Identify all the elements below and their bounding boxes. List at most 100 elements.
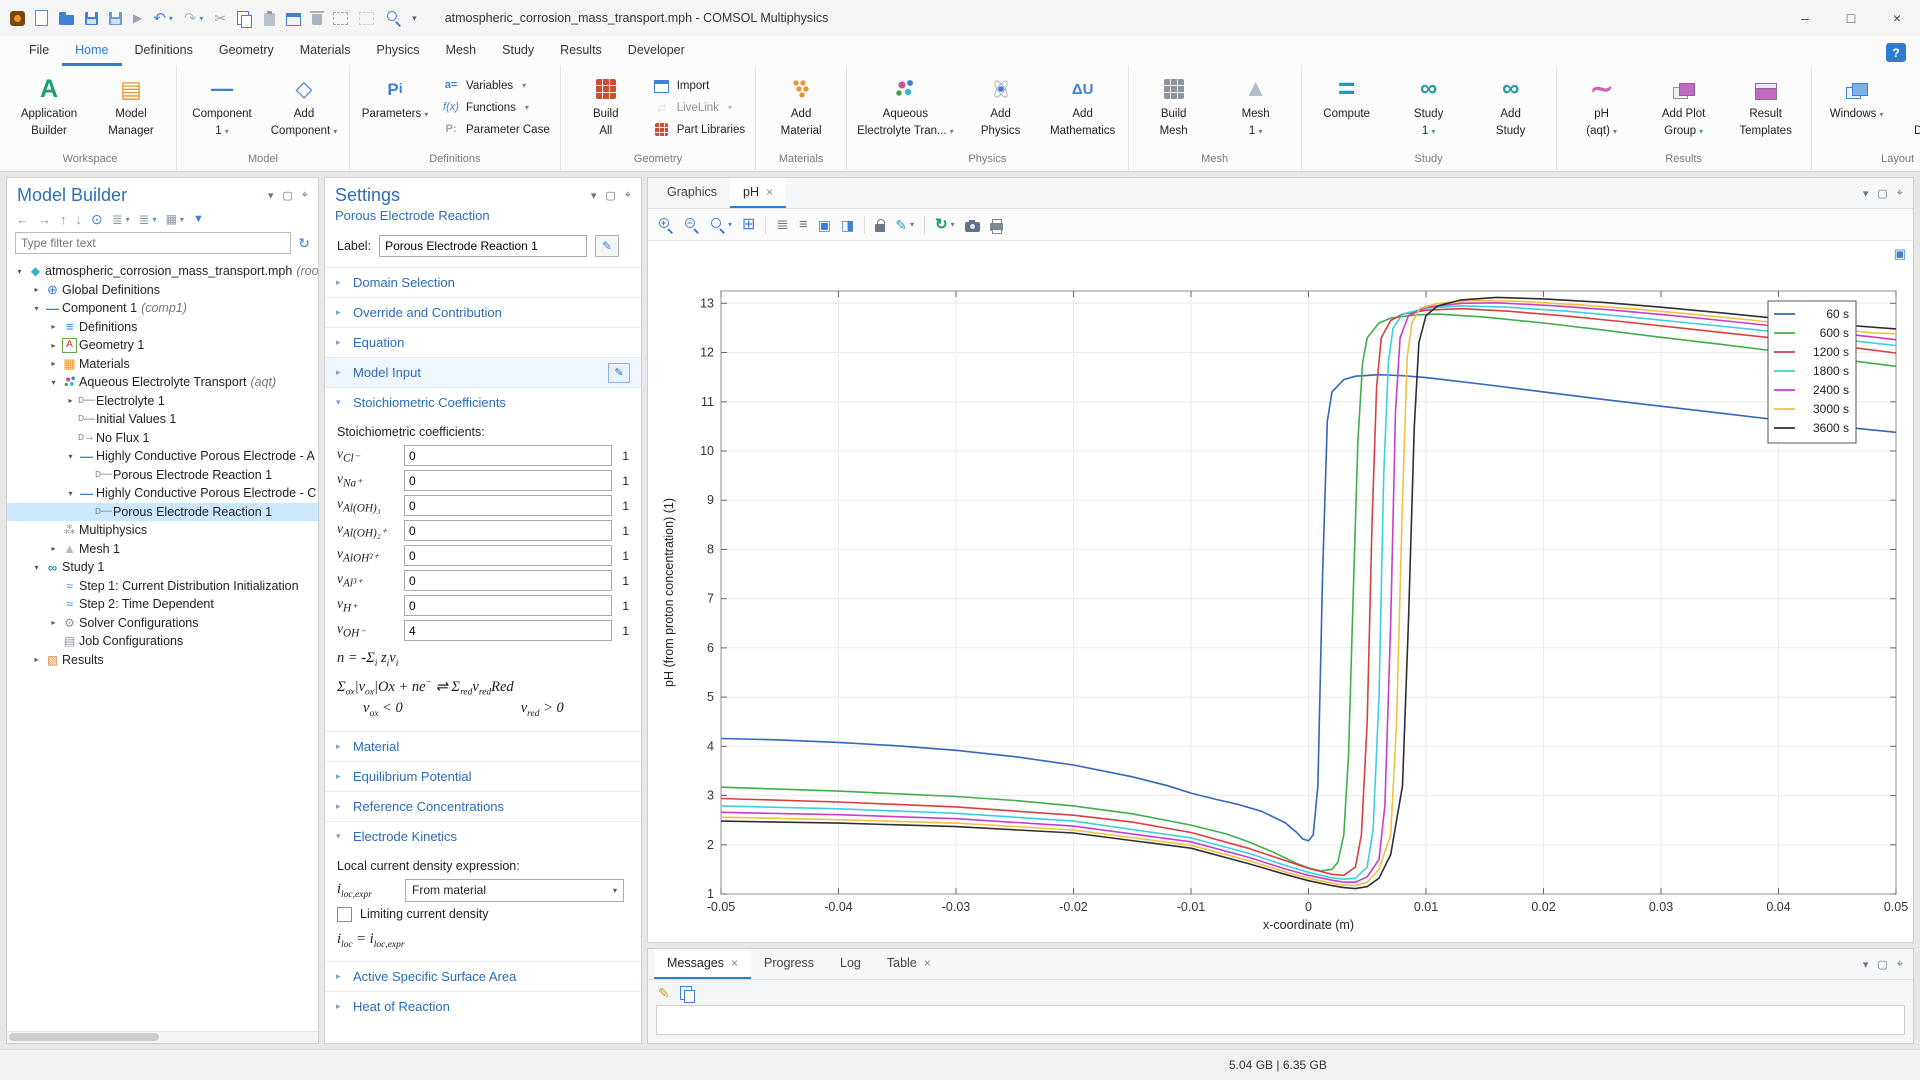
tree-expand-icon[interactable]: ▾ xyxy=(47,378,60,387)
expand-all-button[interactable]: ≣▾ xyxy=(112,213,130,226)
tree-item[interactable]: ⁂Multiphysics xyxy=(7,521,318,540)
qat-menu-button[interactable]: ▾ xyxy=(412,14,417,23)
coefficient-input[interactable] xyxy=(404,470,612,491)
filter-button[interactable]: ▼ xyxy=(193,214,204,225)
update-plot-button[interactable]: ↻▾ xyxy=(935,217,955,232)
chevron-down-icon[interactable]: ▾ xyxy=(268,189,274,202)
refresh-icon[interactable]: ↻ xyxy=(298,235,310,252)
tree-item[interactable]: ▾—Highly Conductive Porous Electrode - A xyxy=(7,447,318,466)
pin-panel-icon[interactable]: ⌖ xyxy=(625,189,631,202)
tree-item[interactable]: ▤Job Configurations xyxy=(7,632,318,651)
label-input[interactable] xyxy=(379,235,587,257)
save-view-button[interactable] xyxy=(109,12,122,25)
graphics-tab-ph[interactable]: pH× xyxy=(730,178,786,208)
result-templates-button[interactable]: ResultTemplates xyxy=(1726,71,1806,153)
redo-button[interactable]: ↷▾ xyxy=(184,11,204,26)
aqueous-electrolyte-transport-button[interactable]: AqueousElectrolyte Tran...▾ xyxy=(852,71,959,153)
pin-panel-icon[interactable]: ⌖ xyxy=(1897,187,1903,200)
add-physics-button[interactable]: AddPhysics xyxy=(961,71,1041,153)
parameter-case-button[interactable]: P:Parameter Case xyxy=(437,121,555,138)
plot-settings-icon[interactable]: ▣ xyxy=(1894,246,1906,262)
tree-item[interactable]: D—Porous Electrode Reaction 1 xyxy=(7,466,318,485)
menu-tab-physics[interactable]: Physics xyxy=(363,37,432,66)
menu-tab-definitions[interactable]: Definitions xyxy=(122,37,206,66)
zoom-box-button[interactable]: ▾ xyxy=(709,217,732,233)
scene-appearance-button[interactable]: ✎▾ xyxy=(895,218,914,232)
tree-item[interactable]: ▸≡Definitions xyxy=(7,318,318,337)
tree-item[interactable]: D—Porous Electrode Reaction 1 xyxy=(7,503,318,522)
pin-panel-icon[interactable]: ⌖ xyxy=(1897,958,1903,971)
app-logo-icon[interactable] xyxy=(10,11,25,26)
rename-icon[interactable]: ✎ xyxy=(595,235,619,257)
find-button[interactable] xyxy=(385,10,401,26)
print-button[interactable] xyxy=(990,218,1003,231)
image-snapshot-button[interactable]: ▣ xyxy=(818,218,831,232)
tree-item[interactable]: ▸▧Results xyxy=(7,651,318,670)
float-panel-icon[interactable]: ▢ xyxy=(1877,187,1887,200)
section-active-specific-surface-area[interactable]: ▸ Active Specific Surface Area xyxy=(325,961,641,991)
move-down-button[interactable]: ↓ xyxy=(76,213,83,226)
plot-grid-button[interactable]: ≣ xyxy=(776,217,789,232)
menu-tab-study[interactable]: Study xyxy=(489,37,547,66)
tree-expand-icon[interactable]: ▸ xyxy=(47,341,60,350)
section-heat-of-reaction[interactable]: ▸ Heat of Reaction xyxy=(325,991,641,1021)
reset-desktop-button[interactable]: ResetDesktop▾ xyxy=(1899,71,1920,153)
tree-expand-icon[interactable]: ▾ xyxy=(13,267,26,276)
tree-item[interactable]: D→No Flux 1 xyxy=(7,429,318,448)
copy-button[interactable] xyxy=(237,11,253,25)
close-button[interactable]: × xyxy=(1874,0,1920,36)
select-box-button[interactable] xyxy=(333,12,348,25)
component-1-button[interactable]: —Component1▾ xyxy=(182,71,262,153)
tree-expand-icon[interactable]: ▸ xyxy=(47,322,60,331)
plot-data-button[interactable]: ≡ xyxy=(799,217,808,232)
coefficient-input[interactable] xyxy=(404,570,612,591)
tree-filter-input[interactable] xyxy=(15,232,291,254)
chevron-down-icon[interactable]: ▾ xyxy=(1863,187,1869,200)
compute-button[interactable]: =Compute xyxy=(1307,71,1387,153)
tree-expand-icon[interactable]: ▸ xyxy=(47,359,60,368)
coefficient-input[interactable] xyxy=(404,495,612,516)
graphics-tab-graphics[interactable]: Graphics xyxy=(654,178,730,208)
tree-expand-icon[interactable]: ▸ xyxy=(47,544,60,553)
graphics-canvas[interactable]: -0.05-0.04-0.03-0.02-0.0100.010.020.030.… xyxy=(648,241,1913,942)
tree-item[interactable]: ▾Aqueous Electrolyte Transport(aqt) xyxy=(7,373,318,392)
tree-item[interactable]: ▸⊕Global Definitions xyxy=(7,281,318,300)
menu-tab-results[interactable]: Results xyxy=(547,37,615,66)
messages-tab-table[interactable]: Table× xyxy=(874,949,944,979)
open-file-button[interactable] xyxy=(59,11,74,25)
application-builder-button[interactable]: AApplicationBuilder xyxy=(9,71,89,153)
coefficient-input[interactable] xyxy=(404,545,612,566)
chevron-down-icon[interactable]: ▾ xyxy=(591,189,597,202)
windows-button[interactable]: Windows▾ xyxy=(1817,71,1897,153)
tree-expand-icon[interactable]: ▸ xyxy=(30,655,43,664)
tree-expand-icon[interactable]: ▾ xyxy=(64,452,77,461)
ph-plot-button[interactable]: ∼pH(aqt)▾ xyxy=(1562,71,1642,153)
tree-expand-icon[interactable]: ▸ xyxy=(30,285,43,294)
camera-button[interactable] xyxy=(965,218,980,232)
chevron-down-icon[interactable]: ▾ xyxy=(1863,958,1869,971)
undo-button[interactable]: ↶▾ xyxy=(153,11,173,26)
lock-axes-button[interactable] xyxy=(875,218,885,232)
play-button[interactable]: ▶ xyxy=(133,12,142,24)
new-file-button[interactable] xyxy=(35,10,48,26)
coefficient-input[interactable] xyxy=(404,620,612,641)
coefficient-input[interactable] xyxy=(404,445,612,466)
section-electrode-kinetics[interactable]: ▾ Electrode Kinetics xyxy=(325,821,641,851)
tree-item[interactable]: ▾∞Study 1 xyxy=(7,558,318,577)
float-panel-icon[interactable]: ▢ xyxy=(605,189,615,202)
float-panel-icon[interactable]: ▢ xyxy=(282,189,292,202)
cut-button[interactable]: ✂ xyxy=(214,11,226,25)
add-mathematics-button[interactable]: ΔUAddMathematics xyxy=(1043,71,1123,153)
messages-tab-log[interactable]: Log xyxy=(827,949,874,979)
messages-tab-messages[interactable]: Messages× xyxy=(654,949,751,979)
section-material[interactable]: ▸ Material xyxy=(325,731,641,761)
model-manager-button[interactable]: ▤ModelManager xyxy=(91,71,171,153)
close-tab-icon[interactable]: × xyxy=(924,956,931,970)
save-button[interactable] xyxy=(85,12,98,25)
tree-item[interactable]: ▾—Component 1(comp1) xyxy=(7,299,318,318)
section-override-contribution[interactable]: ▸ Override and Contribution xyxy=(325,297,641,327)
functions-button[interactable]: f(x)Functions▾ xyxy=(437,99,555,116)
messages-tab-progress[interactable]: Progress xyxy=(751,949,827,979)
part-libraries-button[interactable]: Part Libraries xyxy=(648,121,750,138)
local-current-density-select[interactable]: From material ▾ xyxy=(405,879,624,902)
